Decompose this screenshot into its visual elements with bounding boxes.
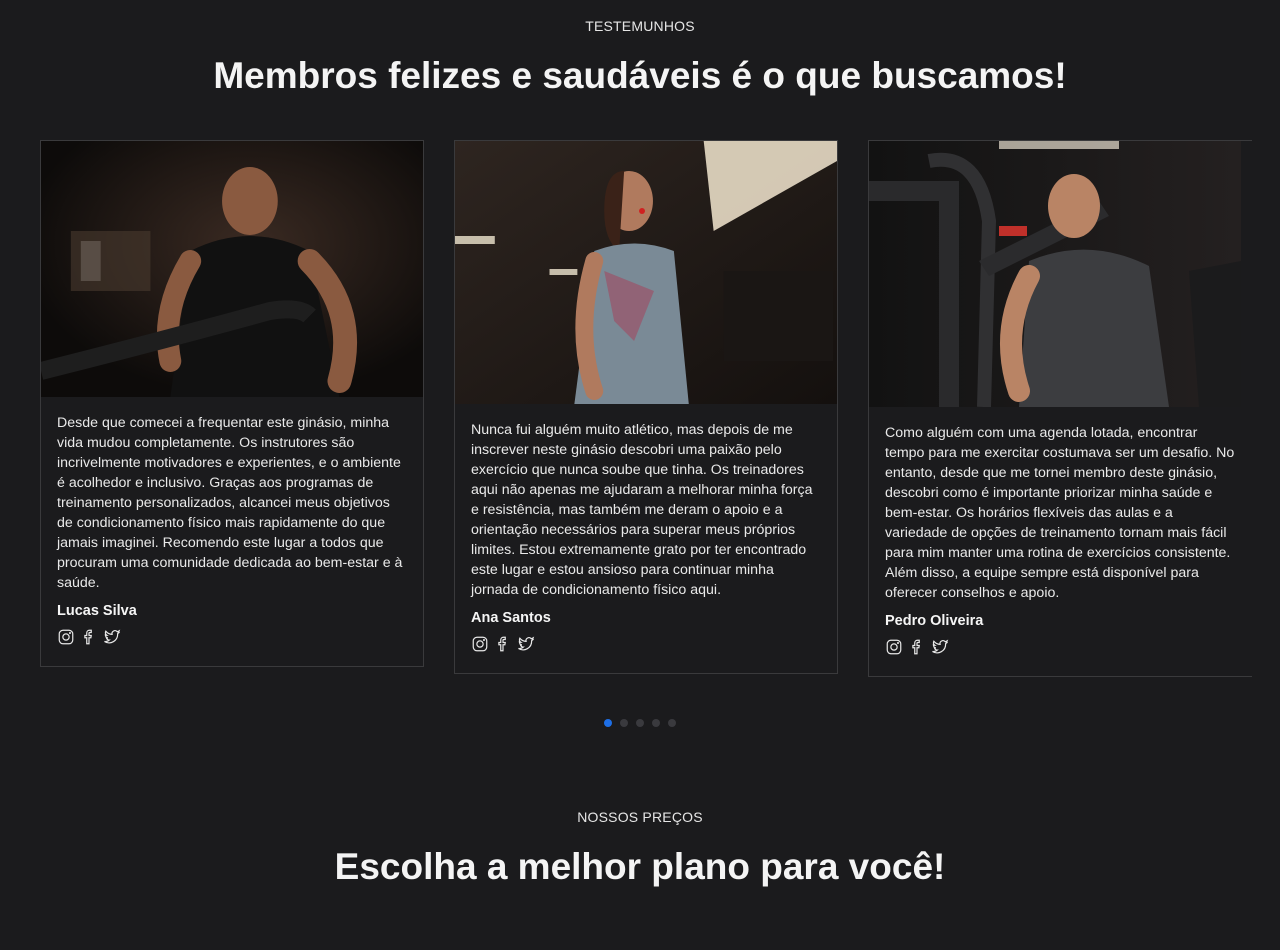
carousel-dot-3[interactable]	[636, 719, 644, 727]
facebook-icon[interactable]	[494, 635, 512, 653]
twitter-icon[interactable]	[517, 635, 535, 653]
testimonial-card-ana: Nunca fui alguém muito atlético, mas dep…	[454, 140, 838, 674]
pricing-title: Escolha a melhor plano para você!	[334, 846, 946, 887]
instagram-icon[interactable]	[57, 628, 75, 646]
testimonials-eyebrow: TESTEMUNHOS	[585, 18, 695, 34]
testimonial-author: Lucas Silva	[57, 603, 137, 619]
testimonial-author: Pedro Oliveira	[885, 613, 984, 629]
carousel-dot-1[interactable]	[604, 719, 612, 727]
social-links	[471, 635, 821, 653]
social-links	[885, 638, 1235, 656]
facebook-icon[interactable]	[908, 638, 926, 656]
testimonials-title: Membros felizes e saudáveis é o que busc…	[213, 55, 1067, 96]
testimonial-text: Desde que comecei a frequentar este giná…	[57, 415, 403, 591]
testimonial-photo	[41, 141, 423, 397]
testimonial-photo	[869, 141, 1241, 407]
twitter-icon[interactable]	[103, 628, 121, 646]
carousel-dot-2[interactable]	[620, 719, 628, 727]
testimonial-author: Ana Santos	[471, 610, 551, 626]
carousel-dot-4[interactable]	[652, 719, 660, 727]
carousel-pagination	[0, 719, 1280, 727]
instagram-icon[interactable]	[885, 638, 903, 656]
pricing-eyebrow: NOSSOS PREÇOS	[577, 809, 703, 825]
social-links	[57, 628, 407, 646]
twitter-icon[interactable]	[931, 638, 949, 656]
testimonial-text: Nunca fui alguém muito atlético, mas dep…	[471, 422, 813, 598]
testimonial-text: Como alguém com uma agenda lotada, encon…	[885, 425, 1235, 601]
testimonial-card-pedro: Como alguém com uma agenda lotada, encon…	[868, 140, 1252, 677]
instagram-icon[interactable]	[471, 635, 489, 653]
testimonial-photo	[455, 141, 837, 404]
testimonial-card-lucas: Desde que comecei a frequentar este giná…	[40, 140, 424, 667]
carousel-dot-5[interactable]	[668, 719, 676, 727]
facebook-icon[interactable]	[80, 628, 98, 646]
